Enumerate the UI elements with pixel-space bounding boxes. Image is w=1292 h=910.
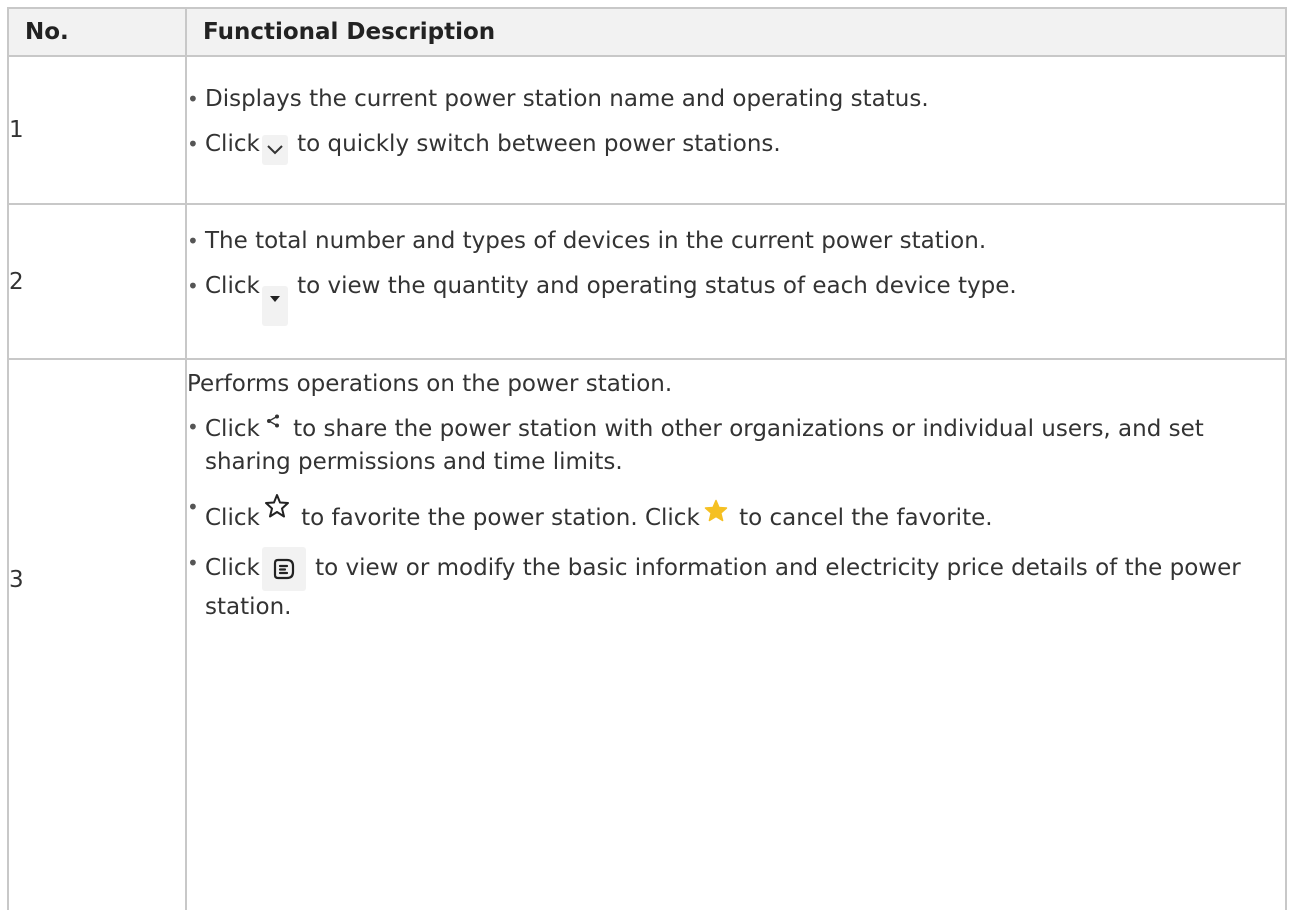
row-description: Performs operations on the power station… — [185, 358, 1287, 910]
bullet-list: Displays the current power station name … — [187, 83, 1285, 165]
bullet-text: to view the quantity and operating statu… — [289, 273, 1017, 299]
bullet-text: Click — [205, 555, 260, 581]
bullet-text: to favorite the power station. Click — [293, 505, 700, 531]
bullet-text: Click — [205, 505, 260, 531]
caret-down-icon — [261, 286, 288, 326]
bullet-text: Click — [205, 131, 260, 157]
star-filled-icon — [702, 497, 730, 525]
bullet-text: to share the power station with other or… — [205, 416, 1204, 475]
list-item: Click to quickly switch between power st… — [187, 128, 1285, 165]
table-row: 2 The total number and types of devices … — [7, 203, 1287, 360]
bullet-text: The total number and types of devices in… — [205, 228, 987, 254]
header-description: Functional Description — [185, 7, 1287, 57]
function-description-table: No. Functional Description 1 Displays th… — [7, 7, 1287, 910]
bullet-text: Click — [205, 416, 260, 442]
bullet-text: Click — [205, 273, 260, 299]
bullet-list: Click to share the power station with ot… — [187, 411, 1285, 624]
row-number: 1 — [7, 55, 187, 205]
list-item: Click to view the quantity and operating… — [187, 270, 1285, 326]
row-description: Displays the current power station name … — [185, 55, 1287, 205]
list-item: Click to favorite the power station. Cli… — [187, 491, 1285, 535]
share-icon — [262, 411, 284, 431]
bullet-list: The total number and types of devices in… — [187, 225, 1285, 326]
row-intro: Performs operations on the power station… — [187, 371, 673, 397]
list-item: Click to share the power station with ot… — [187, 411, 1285, 479]
table-row: 1 Displays the current power station nam… — [7, 55, 1287, 205]
star-outline-icon — [262, 491, 292, 521]
list-item: Click to view or modify the basic inform… — [187, 547, 1285, 624]
chevron-down-icon — [261, 135, 288, 165]
header-no: No. — [7, 7, 187, 57]
list-item: Displays the current power station name … — [187, 83, 1285, 116]
info-card-icon — [261, 547, 306, 591]
row-number: 2 — [7, 203, 187, 360]
page: No. Functional Description 1 Displays th… — [7, 7, 1287, 910]
row-number: 3 — [7, 358, 187, 910]
bullet-text: to cancel the favorite. — [731, 505, 993, 531]
table-header-row: No. Functional Description — [7, 7, 1287, 57]
bullet-text: to quickly switch between power stations… — [289, 131, 781, 157]
row-description: The total number and types of devices in… — [185, 203, 1287, 360]
bullet-text: Displays the current power station name … — [205, 86, 929, 112]
table-row: 3 Performs operations on the power stati… — [7, 358, 1287, 910]
bullet-text: to view or modify the basic information … — [205, 555, 1241, 620]
list-item: The total number and types of devices in… — [187, 225, 1285, 258]
